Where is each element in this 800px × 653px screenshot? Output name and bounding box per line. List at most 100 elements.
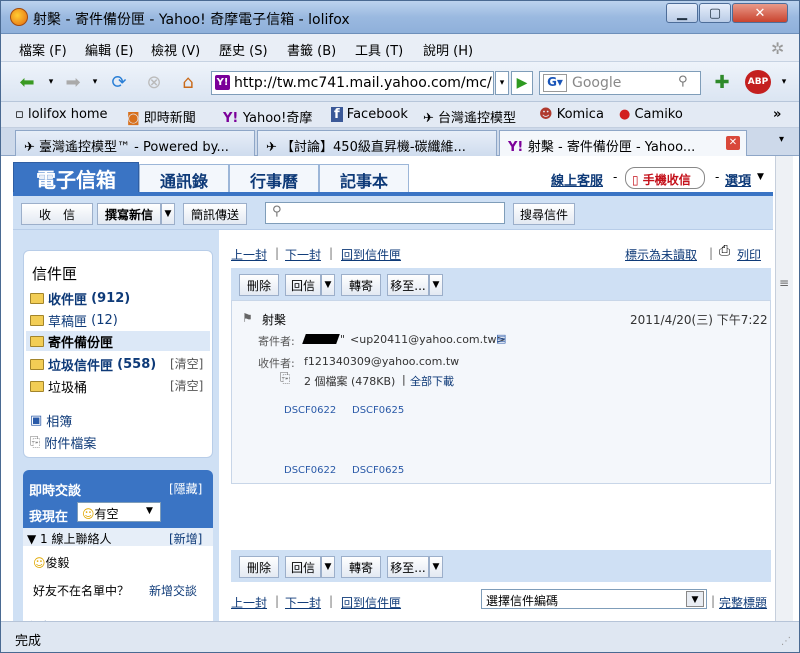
maximize-button[interactable]: ▢ [699, 3, 731, 23]
tab-rc-model[interactable]: ✈ 臺灣遙控模型™ - Powered by... [15, 130, 255, 156]
full-header-link[interactable]: 完整標題 [719, 594, 767, 611]
go-button[interactable]: ▶ [511, 71, 533, 95]
prev-message-link[interactable]: 上一封 [231, 594, 267, 611]
add-contact-icon[interactable]: ▤ [496, 332, 506, 345]
bookmark-yahoo[interactable]: Y! Yahoo!奇摩 [223, 107, 312, 126]
help-link[interactable]: 線上客服 [551, 170, 603, 189]
printer-icon[interactable]: ⎙ [719, 243, 730, 259]
mark-unread-link[interactable]: 標示為未讀取 [625, 246, 697, 263]
empty-trash-link[interactable]: [清空] [170, 377, 203, 394]
home-icon[interactable]: ⌂ [175, 70, 201, 94]
attachment-thumb[interactable]: DSCF0625 [352, 465, 412, 476]
options-link[interactable]: 選項 [725, 170, 751, 189]
reply-button[interactable]: 回信 [285, 274, 321, 296]
reply-button[interactable]: 回信 [285, 556, 321, 578]
mobile-mail-button[interactable]: ▯ 手機收信 [625, 167, 705, 189]
next-message-link[interactable]: 下一封 [285, 594, 321, 611]
reply-dropdown[interactable]: ▼ [321, 556, 335, 578]
options-dropdown-icon[interactable]: ▼ [757, 172, 764, 182]
forward-button[interactable]: 轉寄 [341, 556, 381, 578]
print-link[interactable]: 列印 [737, 246, 761, 263]
resize-grip-icon[interactable]: ⋰ [781, 636, 791, 647]
chat-hide-link[interactable]: [隱藏] [169, 480, 202, 497]
contact-item[interactable]: ☺俊毅 [33, 554, 70, 571]
search-input[interactable]: G▾ Google ⚲ [539, 71, 701, 95]
bookmark-facebook[interactable]: f Facebook [331, 107, 408, 122]
adblock-dropdown-icon[interactable]: ▾ [777, 70, 791, 94]
status-select[interactable]: ☺有空 ▼ [77, 502, 161, 522]
attachment-thumb[interactable]: DSCF0625 [352, 405, 412, 416]
forward-arrow-icon[interactable]: ➡ [59, 70, 87, 94]
menu-bookmarks[interactable]: 書籤 (B) [287, 40, 336, 59]
folder-sent[interactable]: 寄件備份匣 [26, 331, 210, 351]
menu-help[interactable]: 說明 (H) [423, 40, 473, 59]
stop-icon[interactable]: ⊗ [141, 70, 167, 94]
bookmark-camiko[interactable]: ● Camiko [619, 107, 683, 122]
page-scrollbar[interactable]: ≡ [775, 156, 793, 621]
search-engine-icon[interactable]: G▾ [543, 74, 567, 92]
menu-file[interactable]: 檔案 (F) [19, 40, 67, 59]
delete-button[interactable]: 刪除 [239, 556, 279, 578]
next-message-link[interactable]: 下一封 [285, 246, 321, 263]
menu-history[interactable]: 歷史 (S) [219, 40, 268, 59]
add-bookmark-icon[interactable]: ✚ [709, 70, 735, 94]
folder-inbox[interactable]: 收件匣 (912) [30, 289, 130, 308]
adblock-icon[interactable]: ABP [745, 70, 771, 94]
menu-tools[interactable]: 工具 (T) [355, 40, 403, 59]
close-tab-icon[interactable]: ✕ [726, 136, 740, 150]
tab-list-icon[interactable]: ▾ [779, 134, 784, 145]
bookmark-komica[interactable]: ☻ Komica [539, 107, 604, 122]
compose-button[interactable]: 撰寫新信 [97, 203, 161, 225]
reload-icon[interactable]: ⟳ [105, 70, 133, 94]
receive-button[interactable]: 收 信 [21, 203, 93, 225]
reply-dropdown[interactable]: ▼ [321, 274, 335, 296]
tab-mail[interactable]: 電子信箱 [13, 162, 139, 194]
close-window-button[interactable]: ✕ [732, 3, 788, 23]
tab-forum[interactable]: ✈ 【討論】450級直昇機-碳纖維... [257, 130, 497, 156]
folder-spam[interactable]: 垃圾信件匣 (558) [30, 355, 156, 374]
bookmark-rc-model[interactable]: ✈ 台灣遙控模型 [423, 107, 516, 126]
forward-button[interactable]: 轉寄 [341, 274, 381, 296]
attachment-thumb[interactable]: DSCF0622 [284, 465, 344, 476]
magnifier-icon[interactable]: ⚲ [678, 74, 688, 89]
folder-drafts[interactable]: 草稿匣 (12) [30, 311, 118, 330]
tab-yahoo-mail[interactable]: Y! 射檕 - 寄件備份匣 - Yahoo... ✕ [499, 130, 747, 157]
url-dropdown-icon[interactable]: ▾ [495, 71, 509, 95]
attachments-link[interactable]: ⎘ 附件檔案 [30, 433, 96, 452]
menu-edit[interactable]: 編輯 (E) [85, 40, 134, 59]
folder-trash[interactable]: 垃圾桶 [30, 377, 87, 396]
scroll-grip-icon[interactable]: ≡ [779, 276, 789, 290]
new-chat-link[interactable]: 新增交談 [149, 582, 197, 599]
online-group-toggle[interactable]: ▼ 1 線上聯絡人 [27, 530, 112, 547]
flag-icon[interactable]: ⚑ [242, 311, 253, 325]
forward-dropdown-icon[interactable]: ▾ [89, 70, 101, 94]
address-bar[interactable]: Y! http://tw.mc741.mail.yahoo.com/mc/ [211, 71, 494, 95]
bookmark-lolifox-home[interactable]: ▫ lolifox home [15, 107, 108, 122]
move-button[interactable]: 移至... [387, 556, 429, 578]
tab-contacts[interactable]: 通訊錄 [139, 164, 229, 194]
compose-dropdown[interactable]: ▼ [161, 203, 175, 225]
bookmark-news[interactable]: ◙ 即時新聞 [127, 107, 196, 126]
empty-spam-link[interactable]: [清空] [170, 355, 203, 372]
tab-notepad[interactable]: 記事本 [319, 164, 409, 194]
back-dropdown-icon[interactable]: ▾ [45, 70, 57, 94]
encoding-select[interactable]: 選擇信件編碼 ▼ [481, 589, 707, 609]
search-mail-button[interactable]: 搜尋信件 [513, 203, 575, 225]
sms-button[interactable]: 簡訊傳送 [183, 203, 247, 225]
back-to-inbox-link[interactable]: 回到信件匣 [341, 594, 401, 611]
menu-view[interactable]: 檢視 (V) [151, 40, 200, 59]
prev-message-link[interactable]: 上一封 [231, 246, 267, 263]
back-to-inbox-link[interactable]: 回到信件匣 [341, 246, 401, 263]
add-contact-link[interactable]: [新增] [169, 530, 202, 547]
back-arrow-icon[interactable]: ⬅ [13, 70, 41, 94]
attachment-thumb[interactable]: DSCF0622 [284, 405, 344, 416]
move-dropdown[interactable]: ▼ [429, 274, 443, 296]
minimize-button[interactable]: ▁ [666, 3, 698, 23]
mail-search-input[interactable]: ⚲ [265, 202, 505, 224]
bookmarks-overflow-icon[interactable]: » [773, 107, 781, 122]
download-all-link[interactable]: 全部下載 [410, 373, 454, 389]
tab-calendar[interactable]: 行事曆 [229, 164, 319, 194]
delete-button[interactable]: 刪除 [239, 274, 279, 296]
move-dropdown[interactable]: ▼ [429, 556, 443, 578]
albums-link[interactable]: ▣ 相簿 [30, 411, 72, 430]
